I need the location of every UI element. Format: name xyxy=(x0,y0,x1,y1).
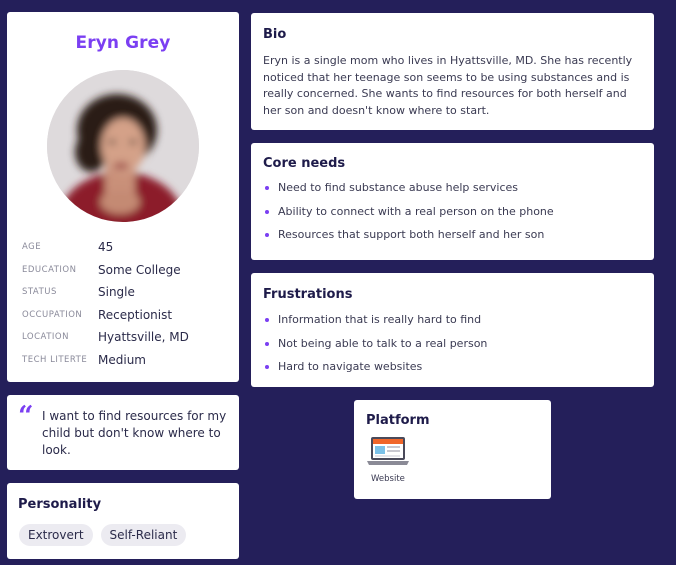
avatar xyxy=(47,70,199,222)
info-row-status: STATUS Single xyxy=(22,281,232,304)
info-value: 45 xyxy=(98,240,114,255)
info-label: TECH LITERTE xyxy=(22,354,88,365)
bio-text: Eryn is a single mom who lives in Hyatts… xyxy=(263,54,633,117)
quote-card: “ I want to find resources for my child … xyxy=(7,395,239,470)
personality-tag: Extrovert xyxy=(19,524,93,546)
list-item: Not being able to talk to a real person xyxy=(263,336,487,360)
platform-card: Platform Website xyxy=(354,400,551,499)
laptop-website-icon xyxy=(367,436,409,468)
info-value: Hyattsville, MD xyxy=(98,330,189,345)
info-label: OCCUPATION xyxy=(22,309,83,320)
info-label: EDUCATION xyxy=(22,264,77,275)
frustrations-title: Frustrations xyxy=(263,287,353,302)
core-needs-card: Core needs Need to find substance abuse … xyxy=(251,143,654,260)
frustrations-card: Frustrations Information that is really … xyxy=(251,273,654,387)
list-item: Ability to connect with a real person on… xyxy=(263,204,554,228)
info-row-tech-literacy: TECH LITERTE Medium xyxy=(22,349,232,372)
quote-text: I want to find resources for my child bu… xyxy=(42,409,227,457)
persona-name: Eryn Grey xyxy=(75,33,171,53)
list-item: Need to find substance abuse help servic… xyxy=(263,180,554,204)
info-label: STATUS xyxy=(22,287,57,298)
profile-card: Eryn Grey AGE 45 EDUCATION Some College … xyxy=(7,12,239,382)
demographics-list: AGE 45 EDUCATION Some College STATUS Sin… xyxy=(22,236,232,371)
platform-label: Website xyxy=(371,474,405,484)
info-label: LOCATION xyxy=(22,332,69,343)
platform-title: Platform xyxy=(366,413,430,428)
avatar-photo xyxy=(47,70,199,222)
info-value: Single xyxy=(98,285,135,300)
quote-mark-icon: “ xyxy=(18,401,34,432)
list-item: Hard to navigate websites xyxy=(263,359,487,383)
info-row-occupation: OCCUPATION Receptionist xyxy=(22,304,232,327)
info-row-education: EDUCATION Some College xyxy=(22,259,232,282)
personality-card: Personality Extrovert Self-Reliant xyxy=(7,483,239,559)
personality-tag: Self-Reliant xyxy=(100,524,187,546)
personality-title: Personality xyxy=(18,497,102,512)
info-value: Medium xyxy=(98,352,146,367)
bio-card: Bio Eryn is a single mom who lives in Hy… xyxy=(251,13,654,130)
frustrations-list: Information that is really hard to find … xyxy=(263,312,487,383)
list-item: Resources that support both herself and … xyxy=(263,227,554,251)
info-value: Some College xyxy=(98,262,181,277)
core-needs-title: Core needs xyxy=(263,156,346,171)
bio-title: Bio xyxy=(263,27,287,42)
core-needs-list: Need to find substance abuse help servic… xyxy=(263,180,554,251)
info-label: AGE xyxy=(22,242,42,253)
list-item: Information that is really hard to find xyxy=(263,312,487,336)
info-row-age: AGE 45 xyxy=(22,236,232,259)
personality-tags: Extrovert Self-Reliant xyxy=(19,524,187,546)
info-row-location: LOCATION Hyattsville, MD xyxy=(22,326,232,349)
info-value: Receptionist xyxy=(98,307,173,322)
